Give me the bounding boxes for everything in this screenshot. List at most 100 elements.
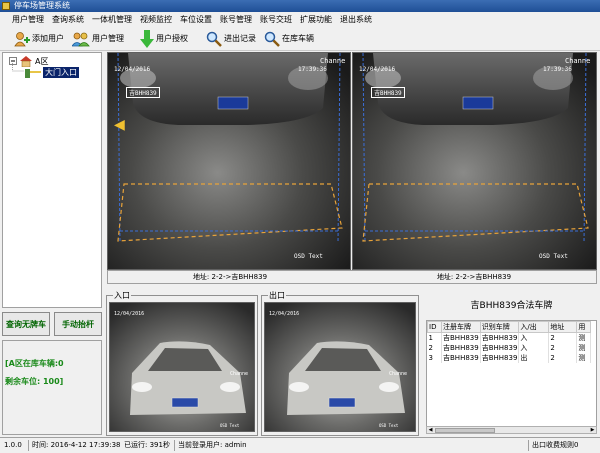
col-direction[interactable]: 入/出: [518, 321, 550, 333]
main-camera-left[interactable]: ◀ 12/04/2016 17:39:36 Channe 吉BHH839 OSD…: [107, 52, 351, 270]
status-separator: [28, 440, 29, 451]
table-header-row: ID 注册车牌 识别车牌 入/出 地址 用: [427, 321, 592, 333]
main-camera-right[interactable]: 12/04/2016 17:39:36 Channe 吉BHH839 OSD T…: [352, 52, 597, 270]
user-auth-button[interactable]: 用户授权: [140, 29, 188, 49]
table-row[interactable]: 3 吉BHH839 吉BHH839 出 2 测: [427, 353, 592, 363]
user-manage-button[interactable]: 用户管理: [72, 29, 124, 49]
gate-icon: [25, 69, 41, 78]
cell-direction: 入: [518, 332, 550, 343]
in-lot-button[interactable]: 在库车辆: [264, 29, 314, 49]
col-recognized-plate[interactable]: 识别车牌: [479, 321, 520, 333]
app-icon: [2, 2, 10, 10]
osd-text: OSD Text: [379, 423, 399, 428]
cell-address: 2: [548, 343, 578, 353]
address-bar: 地址: 2-2->吉BHH839 地址: 2-2->吉BHH839: [107, 270, 597, 284]
remaining-slots: 剩余车位: 100]: [5, 377, 64, 386]
scroll-right-icon[interactable]: ▶: [589, 427, 596, 433]
scroll-left-icon[interactable]: ◀: [427, 427, 434, 433]
zone-tree: A区 大门入口: [2, 52, 102, 308]
toolbar: 添加用户 用户管理 用户授权 进出记录 在库车辆: [0, 27, 600, 51]
col-user[interactable]: 用: [576, 321, 592, 333]
cell-direction: 出: [518, 353, 550, 363]
in-lot-count: [A区在库车辆:0: [5, 359, 64, 368]
menu-all-in-one[interactable]: 一体机管理: [88, 12, 136, 27]
cell-recognized-plate: 吉BHH839: [480, 343, 520, 353]
cell-id: 3: [427, 353, 442, 363]
record-grid[interactable]: ID 注册车牌 识别车牌 入/出 地址 用 1 吉BHH839 吉BHH839 …: [426, 320, 597, 434]
menu-bar: 用户管理 查询系统 一体机管理 视频监控 车位设置 账号管理 账号交班 扩展功能…: [0, 12, 600, 27]
cell-registered-plate: 吉BHH839: [441, 343, 481, 353]
menu-exit-system[interactable]: 退出系统: [336, 12, 376, 27]
scroll-thumb[interactable]: [435, 428, 495, 433]
down-arrow-icon: [140, 29, 154, 48]
add-user-icon: [14, 31, 30, 46]
user-manage-label: 用户管理: [92, 34, 124, 43]
osd-text: OSD Text: [539, 253, 568, 260]
menu-slot-settings[interactable]: 车位设置: [176, 12, 216, 27]
cell-address: 2: [548, 332, 578, 343]
entry-lane-group: 入口 12/04/2016 Channe OSD Text: [106, 290, 258, 436]
status-time: 时间: 2016-4-12 17:39:38: [32, 441, 121, 449]
cell-id: 2: [427, 343, 442, 353]
grid-hscrollbar[interactable]: ◀ ▶: [426, 426, 597, 434]
in-lot-label: 在库车辆: [282, 34, 314, 43]
tree-connector: [12, 63, 24, 72]
record-table: ID 注册车牌 识别车牌 入/出 地址 用 1 吉BHH839 吉BHH839 …: [427, 321, 592, 363]
cell-direction: 入: [518, 343, 550, 353]
status-separator: [174, 440, 175, 451]
address-left: 地址: 2-2->吉BHH839: [192, 273, 268, 281]
camera-frame-image: ◀: [108, 53, 350, 269]
entry-lane-label: 入口: [113, 290, 131, 301]
osd-channel: Channe: [389, 371, 408, 377]
col-id[interactable]: ID: [427, 321, 442, 333]
menu-extensions[interactable]: 扩展功能: [296, 12, 336, 27]
entry-camera[interactable]: 12/04/2016 Channe OSD Text: [109, 302, 255, 432]
camera-frame-image: [265, 303, 415, 431]
menu-query-system[interactable]: 查询系统: [48, 12, 88, 27]
osd-date: 12/04/2016: [359, 66, 396, 73]
osd-text: OSD Text: [294, 253, 323, 260]
plate-status-title: 吉BHH839合法车牌: [425, 292, 598, 320]
cell-user: 测: [576, 332, 592, 343]
status-rule: 出口收费规则0: [532, 441, 579, 449]
add-user-label: 添加用户: [32, 34, 64, 43]
cell-user: 测: [576, 343, 592, 353]
osd-date: 12/04/2016: [114, 66, 151, 73]
table-row[interactable]: 1 吉BHH839 吉BHH839 入 2 测: [427, 332, 592, 343]
col-registered-plate[interactable]: 注册车牌: [441, 321, 481, 333]
osd-date: 12/04/2016: [269, 311, 300, 317]
osd-time: 17:39:36: [543, 66, 572, 73]
search-icon: [206, 31, 222, 47]
osd-text: OSD Text: [220, 423, 240, 428]
osd-time: 17:39:36: [298, 66, 327, 73]
osd-channel: Channe: [565, 57, 591, 65]
cell-id: 1: [427, 332, 442, 343]
osd-plate-box: 吉BHH839: [126, 87, 160, 98]
status-version: 1.0.0: [4, 441, 22, 449]
table-row[interactable]: 2 吉BHH839 吉BHH839 入 2 测: [427, 343, 592, 353]
add-user-button[interactable]: 添加用户: [14, 29, 64, 49]
status-uptime: 已运行: 391秒: [124, 441, 170, 449]
col-address[interactable]: 地址: [548, 321, 578, 333]
osd-date: 12/04/2016: [114, 311, 145, 317]
cell-user: 测: [576, 353, 592, 363]
query-plate-button[interactable]: 查询无牌车: [2, 312, 50, 336]
tree-root-label: A区: [35, 56, 49, 66]
menu-account-manage[interactable]: 账号管理: [216, 12, 256, 27]
exit-camera[interactable]: 12/04/2016 Channe OSD Text: [264, 302, 416, 432]
window-title: 停车场管理系统: [14, 1, 70, 10]
exit-lane-group: 出口 12/04/2016 Channe OSD Text: [261, 290, 419, 436]
camera-frame-image: [110, 303, 254, 431]
manual-lift-button[interactable]: 手动抬杆: [54, 312, 102, 336]
exit-record-button[interactable]: 进出记录: [206, 29, 256, 49]
action-buttons: 查询无牌车 手动抬杆: [2, 312, 102, 336]
tree-node-gate[interactable]: 大门入口: [25, 66, 79, 78]
status-separator: [528, 440, 529, 451]
menu-video-monitor[interactable]: 视频监控: [136, 12, 176, 27]
exit-lane-label: 出口: [268, 290, 286, 301]
user-auth-label: 用户授权: [156, 34, 188, 43]
menu-shift-handover[interactable]: 账号交班: [256, 12, 296, 27]
status-bar: 1.0.0 时间: 2016-4-12 17:39:38 已运行: 391秒 当…: [0, 437, 600, 453]
osd-plate-box: 吉BHH839: [371, 87, 405, 98]
menu-user-manage[interactable]: 用户管理: [8, 12, 48, 27]
